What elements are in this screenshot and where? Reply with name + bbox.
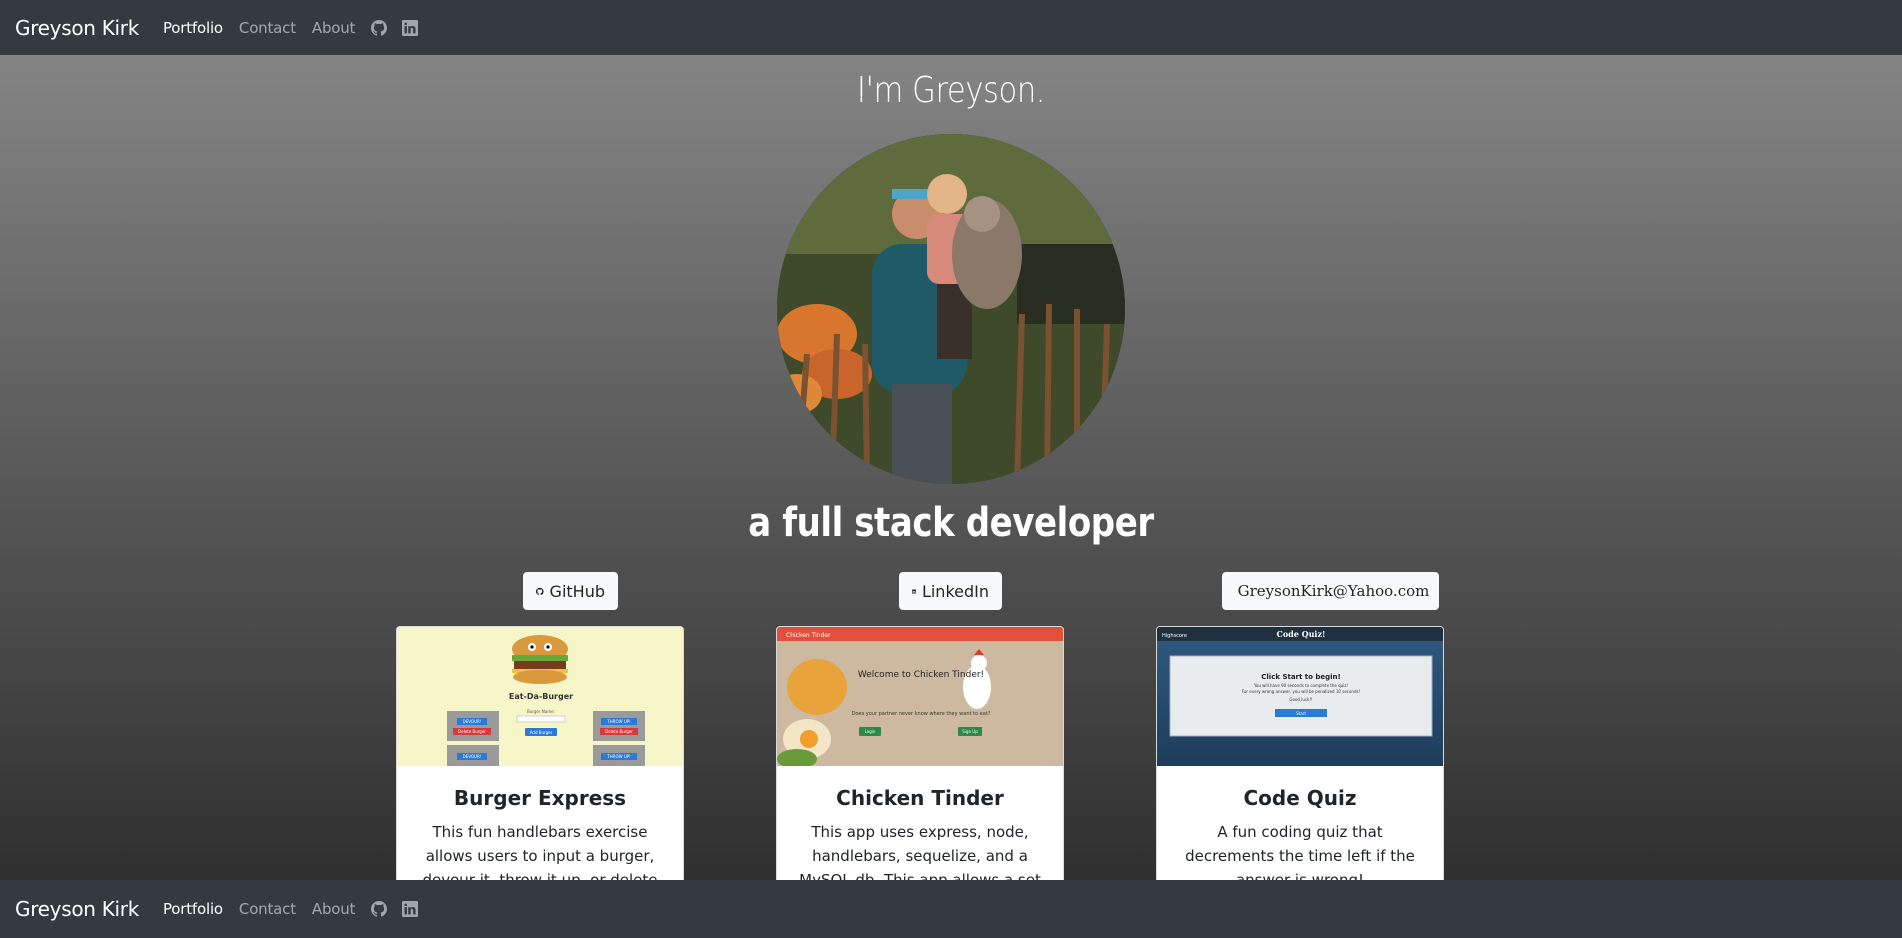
nav-about[interactable]: About (312, 900, 356, 918)
nav-about[interactable]: About (312, 19, 356, 37)
card-description: A fun coding quiz that decrements the ti… (1185, 823, 1415, 886)
chicken-thumb-bar-title: Chicken Tinder (786, 632, 831, 639)
email-button-label: GreysonKirk@Yahoo.com (1237, 582, 1430, 600)
brand-link[interactable]: Greyson Kirk (15, 16, 139, 40)
burger-thumb-throw-2: THROW UP! (606, 754, 631, 759)
burger-thumb-devour-1: DEVOUR! (463, 719, 482, 724)
chicken-thumb-question: Does your partner never know where they … (852, 711, 991, 717)
github-button-label: GitHub (549, 581, 605, 601)
nav-contact[interactable]: Contact (239, 900, 296, 918)
quiz-thumb-line3: Good luck!! (1289, 697, 1312, 702)
bottom-navbar: Greyson Kirk Portfolio Contact About (0, 880, 1902, 938)
linkedin-button[interactable]: LinkedIn (899, 572, 1002, 610)
quiz-thumb-line2: For every wrong answer, you will be pena… (1242, 689, 1360, 694)
top-navbar: Greyson Kirk Portfolio Contact About (0, 0, 1902, 55)
chicken-thumb-login: Login (865, 729, 876, 734)
linkedin-button-label: LinkedIn (921, 581, 989, 601)
github-icon[interactable] (371, 19, 388, 36)
email-button[interactable]: GreysonKirk@Yahoo.com (1222, 572, 1439, 610)
burger-thumb-heading: Eat-Da-Burger (509, 692, 573, 701)
quiz-thumb-line1: You will have 90 seconds to complete the… (1253, 683, 1348, 688)
nav-contact[interactable]: Contact (239, 19, 296, 37)
card-description: This fun handlebars exercise allows user… (422, 823, 658, 886)
quiz-thumb-start: Start (1296, 711, 1306, 716)
linkedin-icon (912, 589, 916, 593)
avatar-photo (777, 134, 1125, 484)
burger-thumb-add-button: Add Burger (530, 730, 553, 735)
burger-thumb-throw-1: THROW UP! (606, 719, 631, 724)
linkedin-icon[interactable] (402, 19, 419, 36)
chicken-thumb-heading: Welcome to Chicken Tinder! (858, 670, 984, 680)
quiz-thumb-heading: Click Start to begin! (1261, 673, 1340, 681)
chicken-thumb-signup: Sign Up (962, 729, 978, 734)
brand-link[interactable]: Greyson Kirk (15, 897, 139, 921)
card-description: This app uses express, node, handlebars,… (799, 823, 1041, 886)
page-title: I'm Greyson. (856, 70, 1046, 111)
project-thumbnail: Chicken Tinder Welcome to Chicken Tinder… (777, 627, 1063, 766)
page-subtitle: a full stack developer (748, 500, 1154, 546)
card-title: Chicken Tinder (836, 786, 1004, 810)
burger-thumb-delete-1: Delete Burger (458, 729, 486, 734)
project-card-code-quiz[interactable]: Highscore Code Quiz! Click Start to begi… (1156, 626, 1444, 886)
nav-portfolio[interactable]: Portfolio (163, 19, 223, 37)
card-title: Code Quiz (1243, 786, 1357, 810)
linkedin-icon[interactable] (402, 901, 419, 917)
github-icon[interactable] (371, 901, 388, 917)
nav-portfolio[interactable]: Portfolio (163, 900, 223, 918)
github-button[interactable]: GitHub (523, 572, 618, 610)
project-thumbnail: Highscore Code Quiz! Click Start to begi… (1157, 627, 1443, 766)
quiz-thumb-highscore: Highscore (1162, 633, 1187, 639)
burger-thumb-field-label: Burger Name: (527, 709, 555, 714)
project-card-burger[interactable]: Eat-Da-Burger Burger Name: Add Burger DE… (396, 626, 684, 886)
project-thumbnail: Eat-Da-Burger Burger Name: Add Burger DE… (397, 627, 683, 766)
burger-thumb-delete-2: Delete Burger (605, 729, 633, 734)
burger-thumb-devour-2: DEVOUR! (463, 754, 482, 759)
github-icon (536, 587, 544, 595)
project-card-chicken-tinder[interactable]: Chicken Tinder Welcome to Chicken Tinder… (776, 626, 1064, 886)
card-title: Burger Express (453, 786, 627, 810)
quiz-thumb-bar-title: Code Quiz! (1276, 629, 1325, 639)
